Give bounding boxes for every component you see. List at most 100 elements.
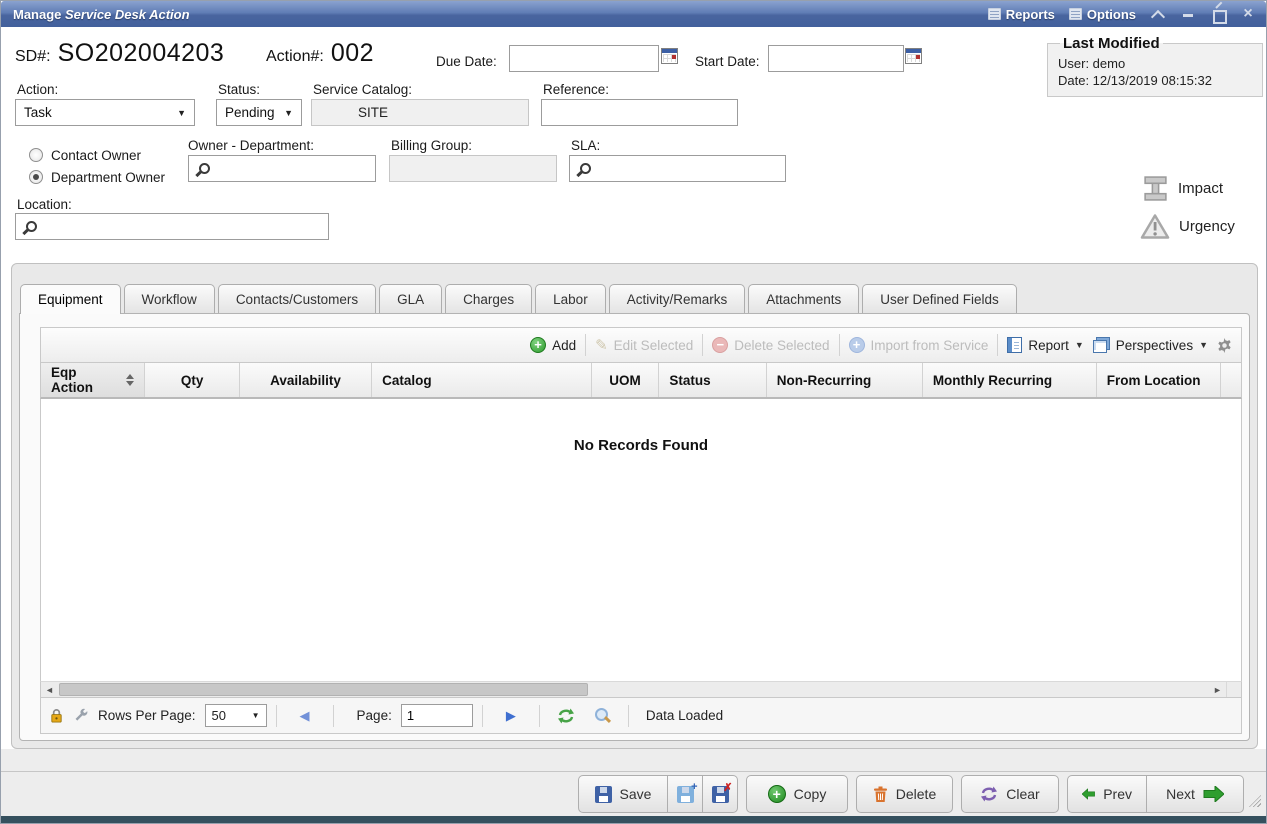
tab-contacts-customers[interactable]: Contacts/Customers [218,284,376,313]
column-header-label: Eqp Action [51,365,118,395]
column-header-qty[interactable]: Qty [145,363,239,397]
footer: Save + ✗ + Copy Delete Clear [1,749,1266,816]
prev-arrow-icon [1082,786,1095,802]
tab-user-defined-fields[interactable]: User Defined Fields [862,284,1017,313]
search-records-icon[interactable] [594,708,609,723]
pager-separator [539,705,540,727]
tab-attachments[interactable]: Attachments [748,284,859,313]
tab-gla[interactable]: GLA [379,284,442,313]
contact-owner-radio[interactable] [29,148,43,162]
column-header-eqp-action[interactable]: Eqp Action [41,363,145,397]
service-catalog-label: Service Catalog: [313,82,412,97]
pager-separator [333,705,334,727]
options-icon [1069,8,1082,20]
location-input[interactable] [15,213,329,240]
start-date-calendar-icon[interactable] [905,48,922,64]
column-header-spacer [1221,363,1241,397]
sla-input[interactable] [569,155,786,182]
scroll-left-arrow-icon[interactable]: ◄ [41,682,58,697]
column-header-non-recurring[interactable]: Non-Recurring [767,363,923,397]
perspectives-label: Perspectives [1116,338,1193,353]
department-owner-radio[interactable] [29,170,43,184]
report-menu-button[interactable]: Report ▼ [1007,337,1083,353]
column-header-from-location[interactable]: From Location [1097,363,1221,397]
reports-button[interactable]: Reports [988,7,1055,22]
clear-button[interactable]: Clear [961,775,1059,813]
tab-labor[interactable]: Labor [535,284,606,313]
scrollbar-track[interactable] [58,682,1209,697]
footer-button-bar: Save + ✗ + Copy Delete Clear [1,771,1266,816]
last-modified-title: Last Modified [1060,35,1163,52]
rows-per-page-select[interactable]: 50 ▼ [205,704,267,727]
toolbar-separator [585,334,586,356]
close-icon[interactable]: × [1240,6,1256,22]
owner-department-search-icon [197,163,210,176]
import-from-service-button[interactable]: + Import from Service [849,337,989,353]
due-date-calendar-icon[interactable] [661,48,678,64]
delete-button[interactable]: Delete [856,775,953,813]
add-label: Add [552,338,576,353]
scroll-right-arrow-icon[interactable]: ► [1209,682,1226,697]
copy-button[interactable]: + Copy [746,775,848,813]
contact-owner-label[interactable]: Contact Owner [51,148,141,163]
tab-equipment[interactable]: Equipment [20,284,121,314]
owner-department-input[interactable] [188,155,376,182]
grid-toolbar: + Add ✎ Edit Selected − Delete Selected [40,327,1242,362]
report-label: Report [1028,338,1069,353]
scrollbar-thumb[interactable] [59,683,588,696]
column-header-status[interactable]: Status [659,363,766,397]
column-header-monthly-recurring[interactable]: Monthly Recurring [923,363,1097,397]
rows-per-page-caret-icon: ▼ [252,711,260,720]
collapse-icon[interactable] [1150,6,1166,22]
page-number-input[interactable] [401,704,473,727]
maximize-icon[interactable] [1210,6,1226,22]
edit-selected-button[interactable]: ✎ Edit Selected [595,336,693,354]
column-header-availability[interactable]: Availability [240,363,372,397]
lock-icon[interactable] [49,708,64,723]
next-page-icon[interactable]: ▶ [506,709,516,722]
due-date-input[interactable] [509,45,659,72]
column-header-catalog[interactable]: Catalog [372,363,592,397]
import-icon: + [849,337,865,353]
tab-workflow[interactable]: Workflow [124,284,215,313]
minimize-icon[interactable] [1180,6,1196,22]
due-date-label: Due Date: [436,54,497,69]
action-number-label: Action#: [266,48,324,66]
save-icon [595,786,612,803]
action-select[interactable]: Task ▼ [15,99,195,126]
wrench-icon[interactable] [73,708,89,723]
status-select[interactable]: Pending ▼ [216,99,302,126]
perspectives-menu-button[interactable]: Perspectives ▼ [1093,337,1208,353]
perspectives-icon [1093,337,1110,353]
delete-selected-button[interactable]: − Delete Selected [712,337,829,353]
horizontal-scrollbar: ◄ ► [40,681,1242,698]
action-number-value: 002 [331,39,374,68]
save-and-new-button[interactable]: + [668,775,703,813]
sla-search-icon [578,163,591,176]
urgency-indicator[interactable]: Urgency [1140,213,1235,240]
add-button[interactable]: + Add [530,337,576,353]
grid-settings-gear-icon[interactable] [1217,338,1232,353]
column-header-label: Monthly Recurring [933,373,1052,388]
save-button[interactable]: Save [578,775,668,813]
tab-activity-remarks[interactable]: Activity/Remarks [609,284,746,313]
previous-page-icon[interactable]: ◀ [300,709,310,722]
reference-label: Reference: [543,82,609,97]
scrollbar-corner [1226,682,1241,697]
detail-tabs: Equipment Workflow Contacts/Customers GL… [20,284,1020,314]
impact-indicator[interactable]: Impact [1142,175,1223,202]
department-owner-label[interactable]: Department Owner [51,170,165,185]
reference-input[interactable] [541,99,738,126]
start-date-input[interactable] [768,45,904,72]
next-button[interactable]: Next [1147,775,1244,813]
save-and-close-button[interactable]: ✗ [703,775,738,813]
equipment-tab-panel: + Add ✎ Edit Selected − Delete Selected [19,313,1250,741]
owner-department-label: Owner - Department: [188,138,314,153]
column-header-uom[interactable]: UOM [592,363,660,397]
refresh-icon[interactable] [557,708,575,724]
options-button[interactable]: Options [1069,7,1136,22]
delete-selected-label: Delete Selected [734,338,829,353]
prev-button[interactable]: Prev [1067,775,1147,813]
reports-label: Reports [1006,7,1055,22]
tab-charges[interactable]: Charges [445,284,532,313]
